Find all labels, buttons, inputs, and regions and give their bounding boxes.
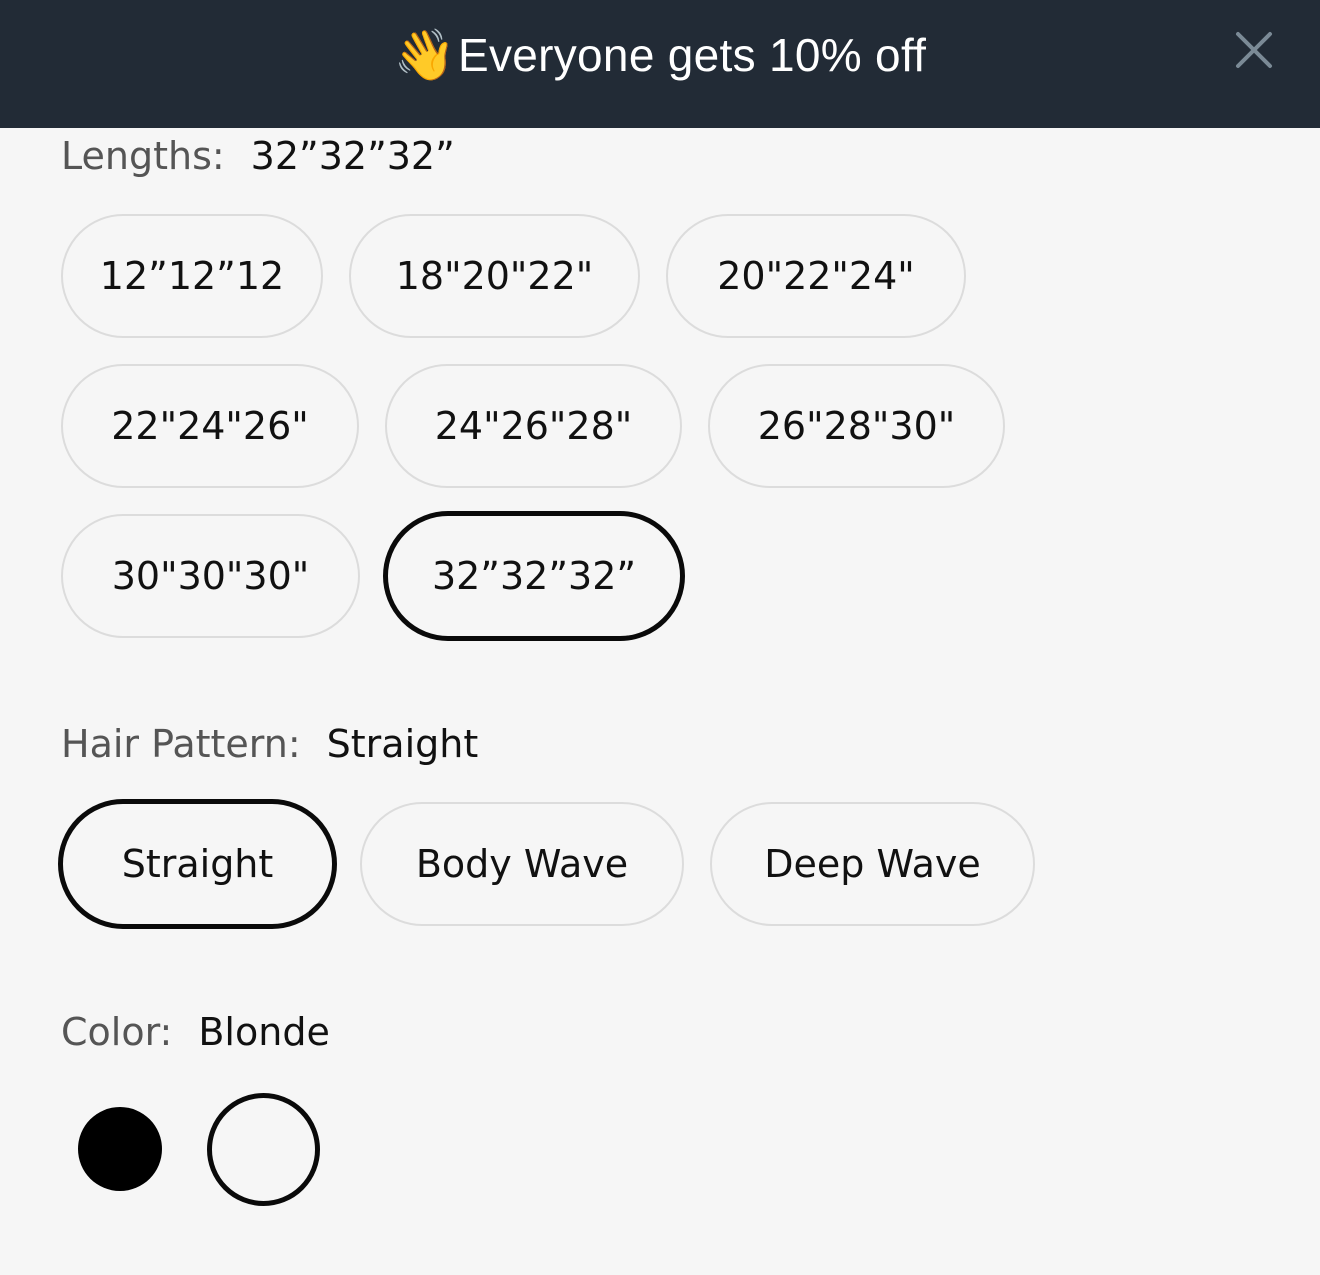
- hair-pattern-selected-value: Straight: [326, 722, 479, 766]
- length-option-label: 22"24"26": [111, 404, 309, 448]
- pattern-option-label: Straight: [121, 842, 274, 886]
- color-label: Color:: [61, 1010, 173, 1054]
- color-label-row: Color: Blonde: [61, 1010, 330, 1054]
- length-option-label: 26"28"30": [757, 404, 956, 448]
- hair-pattern-label: Hair Pattern:: [61, 722, 301, 766]
- color-swatch-blonde[interactable]: [207, 1093, 320, 1206]
- close-icon: [1236, 32, 1272, 68]
- announcement-content: 👋 Everyone gets 10% off: [394, 28, 927, 82]
- length-option-label: 24"26"28": [434, 404, 633, 448]
- pattern-option-straight[interactable]: Straight: [58, 799, 337, 929]
- color-swatch-black[interactable]: [78, 1107, 162, 1191]
- hair-pattern-label-row: Hair Pattern: Straight: [61, 722, 478, 766]
- close-button[interactable]: [1230, 26, 1278, 74]
- length-option-18-20-22[interactable]: 18"20"22": [349, 214, 640, 338]
- announcement-bar: 👋 Everyone gets 10% off: [0, 0, 1320, 128]
- announcement-text: Everyone gets 10% off: [457, 29, 927, 81]
- length-option-label: 20"22"24": [717, 254, 915, 298]
- length-option-label: 30"30"30": [111, 554, 310, 598]
- lengths-label: Lengths:: [61, 134, 225, 178]
- pattern-option-body-wave[interactable]: Body Wave: [360, 802, 684, 926]
- length-option-12-12-12[interactable]: 12”12”12: [61, 214, 323, 338]
- length-option-32-32-32[interactable]: 32”32”32”: [383, 511, 685, 641]
- length-option-24-26-28[interactable]: 24"26"28": [385, 364, 682, 488]
- length-option-label: 32”32”32”: [431, 554, 637, 598]
- lengths-label-row: Lengths: 32”32”32”: [61, 134, 455, 178]
- pattern-option-deep-wave[interactable]: Deep Wave: [710, 802, 1035, 926]
- pattern-option-label: Body Wave: [415, 842, 629, 886]
- color-selected-value: Blonde: [198, 1010, 330, 1054]
- lengths-selected-value: 32”32”32”: [250, 134, 455, 178]
- waving-hand-icon: 👋: [393, 26, 456, 84]
- length-option-label: 18"20"22": [395, 254, 594, 298]
- length-option-22-24-26[interactable]: 22"24"26": [61, 364, 359, 488]
- length-option-20-22-24[interactable]: 20"22"24": [666, 214, 966, 338]
- length-option-30-30-30[interactable]: 30"30"30": [61, 514, 360, 638]
- length-option-label: 12”12”12: [99, 254, 285, 298]
- length-option-26-28-30[interactable]: 26"28"30": [708, 364, 1005, 488]
- pattern-option-label: Deep Wave: [764, 842, 981, 886]
